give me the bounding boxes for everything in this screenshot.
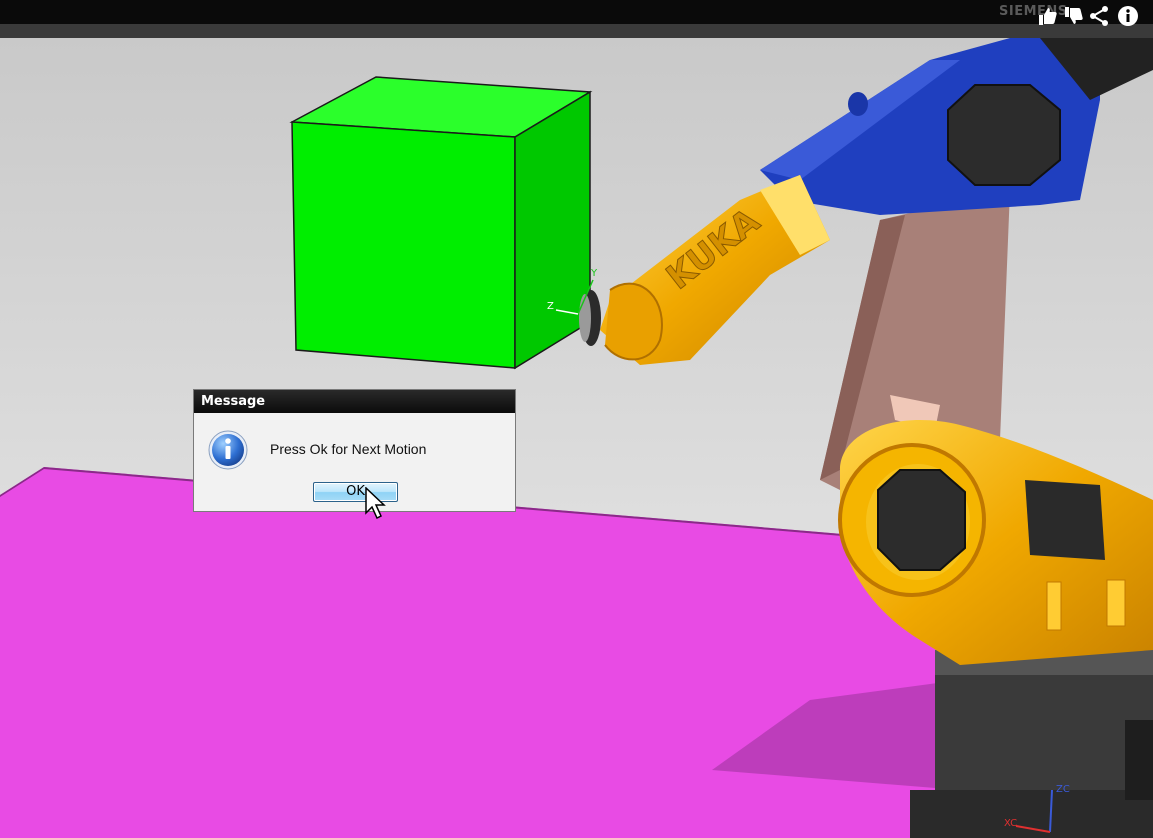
mouse-cursor-icon (365, 487, 386, 520)
dialog-title: Message (194, 390, 515, 413)
top-toolbar: SIEMENS (0, 0, 1153, 24)
share-icon[interactable] (1088, 5, 1110, 27)
robot-base[interactable] (910, 650, 1153, 838)
toolbar-strip (0, 24, 1153, 38)
message-dialog: Message Press Ok for Next Motion OK (193, 389, 516, 512)
3d-viewport[interactable]: KUKA Y Z ZC XC (0, 38, 1153, 838)
info-icon[interactable] (1117, 5, 1139, 27)
axis-label-xc: XC (1004, 818, 1017, 829)
green-cube[interactable] (289, 76, 593, 370)
info-icon (208, 430, 248, 470)
axis-label-zc: ZC (1056, 784, 1070, 795)
thumbs-down-icon[interactable] (1062, 5, 1084, 27)
thumbs-up-icon[interactable] (1036, 5, 1058, 27)
axis-label-y: Y (590, 268, 598, 279)
axis-label-z: Z (547, 301, 554, 312)
dialog-message: Press Ok for Next Motion (270, 441, 427, 457)
